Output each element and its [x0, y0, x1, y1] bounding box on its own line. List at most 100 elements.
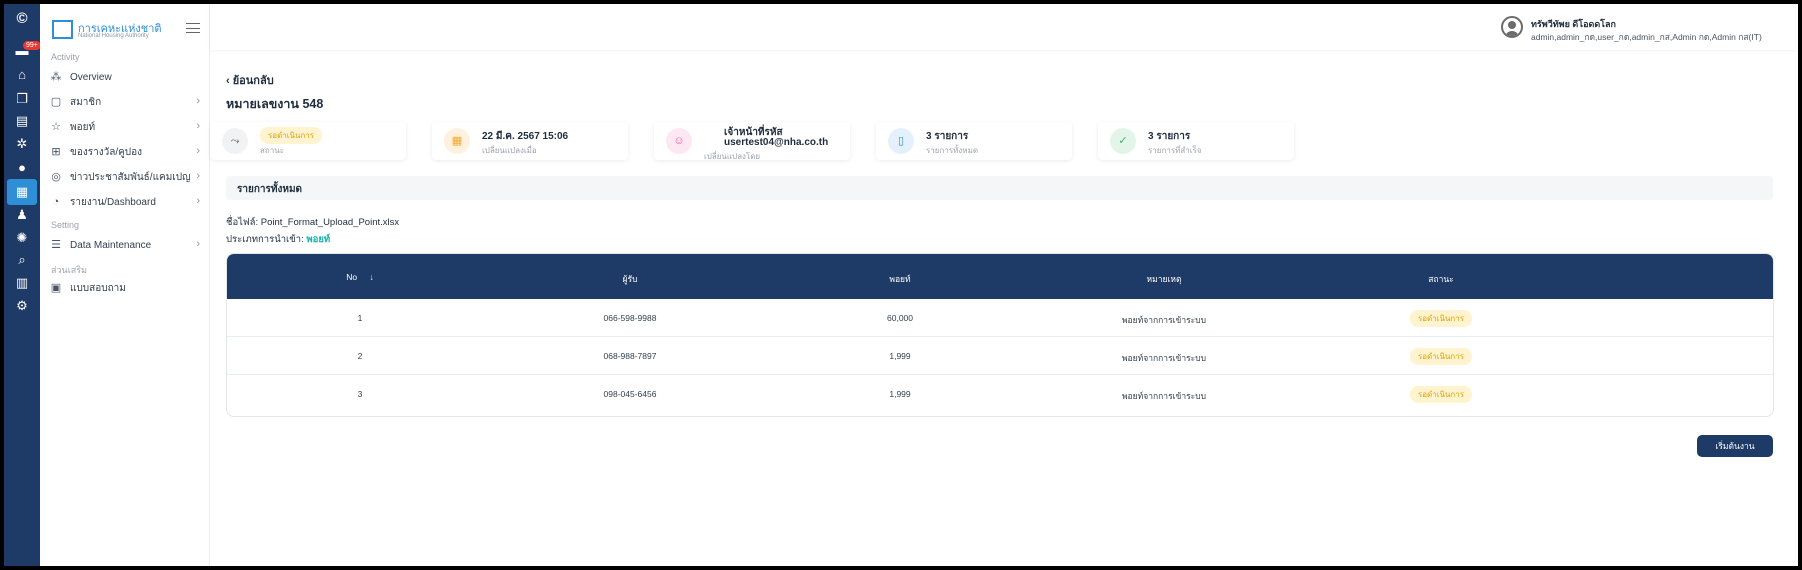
success-items-card: ✓ 3 รายการ รายการที่สำเร็จ [1098, 122, 1294, 160]
section-label-activity: Activity [51, 52, 80, 62]
sidebar-item-label: สมาชิก [70, 96, 102, 108]
pie-chart-icon: ◔ [52, 196, 60, 208]
cell-status: รอดำเนินการ [1409, 348, 1473, 365]
items-table: No ↓ ผู้รับ พอยท์ หมายเหตุ สถานะ 1 066-5… [226, 253, 1774, 417]
file-check-icon: ✓ [1110, 128, 1136, 154]
column-header-note: หมายเหตุ [1146, 274, 1182, 284]
updated-by-caption: เปลี่ยนแปลงโดย [704, 152, 761, 161]
user-icon[interactable]: ● [13, 159, 31, 177]
document-icon[interactable]: ▤ [13, 112, 31, 130]
cell-recipient: 066-598-9988 [603, 313, 657, 323]
app-window: © ▬ 99+ ⌂ ❐ ▤ ✲ ● ▦ ♟ ✺ ⌕ ▥ ⚙ การเคหะแห่… [4, 4, 1798, 566]
status-value: รอดำเนินการ [260, 127, 323, 144]
chevron-left-icon: ‹ [226, 75, 233, 87]
chevron-right-icon: › [196, 238, 200, 250]
logo-icon[interactable] [52, 20, 73, 39]
cell-status: รอดำเนินการ [1409, 310, 1473, 327]
updated-by-card: ☺ เจ้าหน้าที่รหัส usertest04@nha.co.th เ… [654, 122, 850, 161]
gift-icon: ⊞ [51, 146, 61, 158]
grid-icon: ⁂ [50, 71, 62, 83]
megaphone-icon: ◎ [51, 171, 61, 183]
table-row[interactable]: 3 098-045-6456 1,999 พอยท์จากการเข้าระบบ… [227, 375, 1773, 413]
status-caption: สถานะ [260, 146, 284, 155]
cell-note: พอยท์จากการเข้าระบบ [1121, 353, 1207, 363]
menu-toggle-icon[interactable] [186, 23, 200, 33]
total-items-value: 3 รายการ [926, 131, 969, 142]
cell-points: 60,000 [887, 313, 913, 323]
sidebar-item-data-maintenance[interactable]: ☰ Data Maintenance › [50, 235, 200, 255]
status-badge: รอดำเนินการ [260, 127, 323, 144]
cell-recipient: 098-045-6456 [603, 389, 657, 399]
home-icon[interactable]: ⌂ [13, 66, 31, 84]
star-icon: ☆ [51, 121, 61, 133]
sliders-icon: ☰ [51, 239, 61, 251]
import-type-label: ประเภทการนำเข้า: [226, 234, 304, 245]
column-header-label: No [346, 272, 358, 282]
logo-english-text: National Housing Authority [78, 33, 149, 39]
cell-no: 2 [357, 351, 363, 361]
table-row[interactable]: 1 066-598-9988 60,000 พอยท์จากการเข้าระบ… [227, 299, 1773, 337]
cell-points: 1,999 [889, 389, 911, 399]
sidebar-item-news[interactable]: ◎ ข่าวประชาสัมพันธ์/แคมเปญ › [50, 167, 200, 187]
chevron-right-icon: › [196, 95, 200, 107]
settings-icon[interactable]: ✲ [13, 135, 31, 153]
cell-note: พอยท์จากการเข้าระบบ [1121, 391, 1207, 401]
dashboard-icon[interactable]: ▦ [7, 179, 37, 205]
gears-icon[interactable]: ⚙ [13, 297, 31, 315]
sidebar-item-points[interactable]: ☆ พอยท์ › [50, 117, 200, 137]
status-card: ⤳ รอดำเนินการ สถานะ [210, 122, 406, 160]
column-header-points: พอยท์ [889, 274, 911, 284]
section-label-extra: ส่วนเสริม [51, 265, 88, 275]
updated-at-caption: เปลี่ยนแปลงเมื่อ [482, 146, 537, 155]
start-job-button[interactable]: เริ่มต้นงาน [1697, 435, 1773, 457]
brand-icon[interactable]: © [13, 10, 31, 28]
back-link[interactable]: ‹ ย้อนกลับ [226, 71, 274, 89]
section-header: รายการทั้งหมด [226, 176, 1773, 200]
copy-icon[interactable]: ❐ [13, 90, 31, 108]
section-title: รายการทั้งหมด [237, 184, 303, 195]
table-header: No ↓ ผู้รับ พอยท์ หมายเหตุ สถานะ [227, 254, 1773, 299]
chevron-right-icon: › [196, 195, 200, 207]
updated-at-card: ▦ 22 มี.ค. 2567 15:06 เปลี่ยนแปลงเมื่อ [432, 122, 628, 160]
file-icon: ▯ [888, 128, 914, 154]
calendar-icon: ▦ [444, 128, 470, 154]
column-header-status: สถานะ [1428, 274, 1454, 284]
column-header-recipient: ผู้รับ [622, 274, 638, 284]
sidebar-item-members[interactable]: ▢ สมาชิก › [50, 92, 200, 112]
success-items-value: 3 รายการ [1148, 131, 1191, 142]
search-icon[interactable]: ⌕ [13, 251, 31, 269]
total-items-caption: รายการทั้งหมด [926, 146, 979, 155]
chevron-right-icon: › [196, 170, 200, 182]
sidebar-item-reports[interactable]: ◔ รายงาน/Dashboard › [50, 192, 200, 212]
group-icon[interactable]: ♟ [13, 206, 31, 224]
notification-badge: 99+ [23, 41, 41, 50]
sidebar-item-rewards[interactable]: ⊞ ของรางวัล/คูปอง › [50, 142, 200, 162]
cell-points: 1,999 [889, 351, 911, 361]
file-name-value: Point_Format_Upload_Point.xlsx [260, 217, 400, 228]
sidebar-item-overview[interactable]: ⁂ Overview [50, 67, 200, 87]
cell-recipient: 068-988-7897 [603, 351, 657, 361]
cell-note: พอยท์จากการเข้าระบบ [1121, 315, 1207, 325]
sidebar-item-label: ของรางวัล/คูปอง [70, 146, 143, 158]
chart-icon[interactable]: ▥ [13, 274, 31, 292]
table-row[interactable]: 2 068-988-7897 1,999 พอยท์จากการเข้าระบบ… [227, 337, 1773, 375]
total-items-card: ▯ 3 รายการ รายการทั้งหมด [876, 122, 1072, 160]
sort-arrow-icon[interactable]: ↓ [370, 272, 374, 282]
sidebar-item-label: พอยท์ [70, 121, 96, 133]
file-name-label: ชื่อไฟล์: [226, 217, 259, 228]
user-roles: admin,admin_กด,user_กด,admin_กส,Admin กด… [1531, 32, 1762, 42]
cell-no: 1 [357, 313, 363, 323]
sidebar-item-label: รายงาน/Dashboard [70, 196, 156, 208]
icon-rail: © ▬ 99+ ⌂ ❐ ▤ ✲ ● ▦ ♟ ✺ ⌕ ▥ ⚙ [4, 4, 41, 566]
back-label: ย้อนกลับ [232, 75, 274, 87]
sidebar: การเคหะแห่งชาติ National Housing Authori… [40, 4, 210, 566]
sidebar-item-survey[interactable]: ▣ แบบสอบถาม [50, 278, 200, 298]
avatar[interactable] [1501, 16, 1523, 38]
cog-icon[interactable]: ✺ [13, 229, 31, 247]
sidebar-item-label: ข่าวประชาสัมพันธ์/แคมเปญ [70, 171, 191, 183]
user-name: ทรัพวีทัพย ดีโอดดโลก [1531, 19, 1616, 29]
status-badge: รอดำเนินการ [1409, 348, 1473, 365]
updated-at-value: 22 มี.ค. 2567 15:06 [482, 131, 569, 142]
column-header-no[interactable]: No ↓ [346, 272, 374, 282]
person-icon: ☺ [666, 128, 692, 154]
